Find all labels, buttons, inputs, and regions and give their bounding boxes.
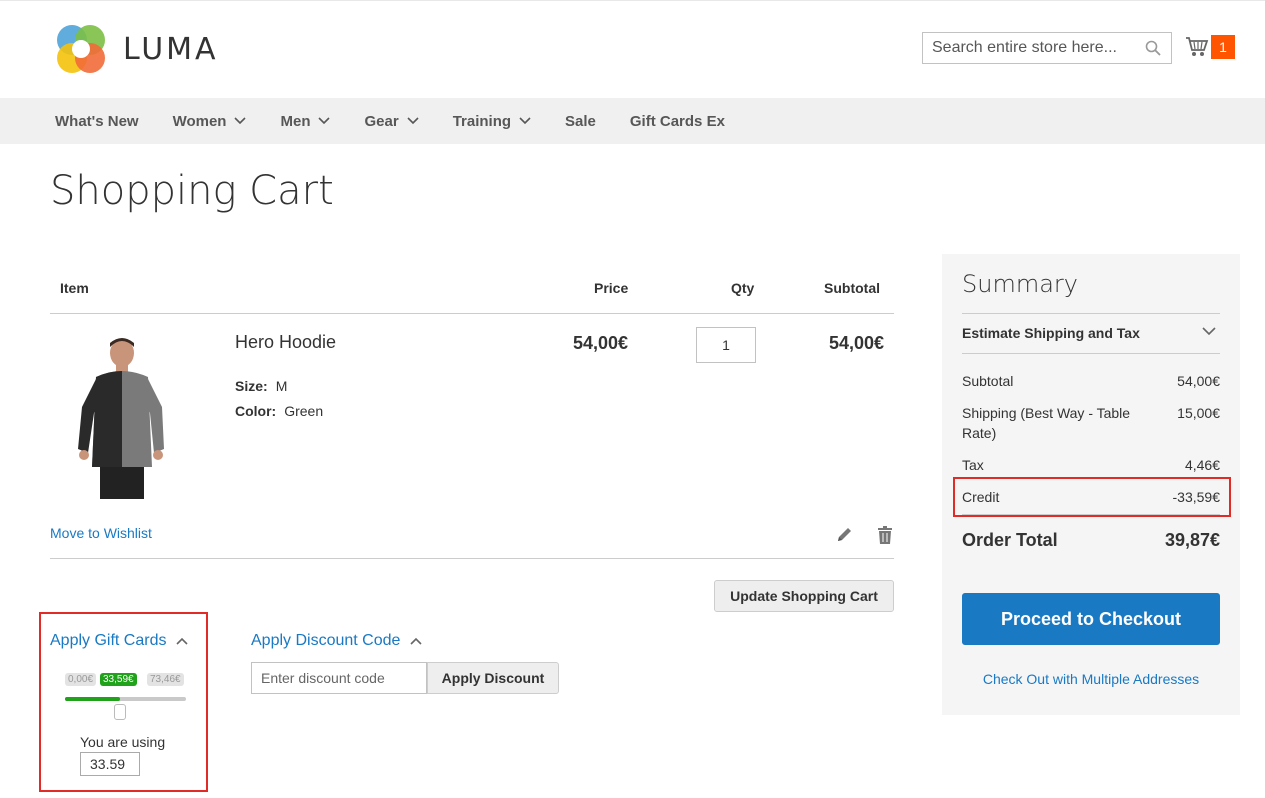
header-divider <box>50 313 894 314</box>
order-total-label: Order Total <box>962 530 1058 550</box>
summary-divider <box>962 514 1220 515</box>
item-divider <box>50 558 894 559</box>
search-box[interactable] <box>922 32 1172 64</box>
estimate-shipping-toggle[interactable]: Estimate Shipping and Tax <box>962 325 1220 341</box>
nav-item-men[interactable]: Men <box>280 112 331 130</box>
option-label: Color: <box>235 403 277 419</box>
nav-item-label: Sale <box>565 112 596 130</box>
move-to-wishlist-link[interactable]: Move to Wishlist <box>50 525 152 541</box>
update-cart-button[interactable]: Update Shopping Cart <box>714 580 894 612</box>
slider-min-label: 0,00€ <box>65 673 97 686</box>
nav-item-sale[interactable]: Sale <box>565 113 596 130</box>
slider-max-label: 73,46€ <box>147 673 184 686</box>
gift-card-slider-track[interactable] <box>65 697 186 701</box>
store-logo[interactable]: LUMA <box>55 23 219 75</box>
option-value: M <box>275 378 288 394</box>
subtotal-label: Subtotal <box>962 373 1014 389</box>
chevron-up-icon <box>176 637 189 645</box>
nav-item-label: Women <box>172 112 227 130</box>
apply-gift-cards-toggle[interactable]: Apply Gift Cards <box>50 632 189 650</box>
cart-count-badge: 1 <box>1211 35 1235 59</box>
nav-item-women[interactable]: Women <box>173 113 247 130</box>
chevron-down-icon <box>1202 327 1216 336</box>
discount-code-field[interactable] <box>251 662 427 694</box>
estimate-shipping-label: Estimate Shipping and Tax <box>962 325 1140 341</box>
minicart[interactable]: 1 <box>1185 35 1235 59</box>
nav-item-label: Men <box>280 112 311 130</box>
nav-item-training[interactable]: Training <box>453 113 531 130</box>
qty-input[interactable]: 1 <box>696 327 756 363</box>
proceed-to-checkout-button[interactable]: Proceed to Checkout <box>962 593 1220 645</box>
trash-icon[interactable] <box>877 526 893 544</box>
summary-divider <box>962 313 1220 314</box>
main-navigation: What's New Women Men Gear Training Sale … <box>0 98 1265 144</box>
product-image[interactable] <box>74 337 170 499</box>
using-label: You are using <box>80 734 166 750</box>
page-title: Shopping Cart <box>50 168 334 214</box>
chevron-down-icon <box>407 117 419 125</box>
option-label: Size: <box>235 378 268 394</box>
shipping-value: 15,00€ <box>1177 405 1220 421</box>
product-name-link[interactable]: Hero Hoodie <box>235 332 336 353</box>
chevron-down-icon <box>318 117 331 125</box>
order-total-value: 39,87€ <box>1164 530 1220 550</box>
gift-card-slider-fill <box>65 697 121 701</box>
column-header-price: Price <box>594 280 629 296</box>
nav-item-label: What's New <box>55 112 139 130</box>
summary-title: Summary <box>962 270 1078 298</box>
discount-code-input[interactable] <box>252 663 426 693</box>
subtotal-value: 54,00€ <box>1177 373 1220 389</box>
chevron-down-icon <box>234 117 247 125</box>
nav-item-gear[interactable]: Gear <box>364 112 419 130</box>
apply-discount-toggle[interactable]: Apply Discount Code <box>251 632 422 650</box>
shopping-cart-icon[interactable] <box>1185 36 1209 58</box>
chevron-up-icon <box>410 637 422 645</box>
nav-item-label: Training <box>452 112 512 130</box>
gift-card-amount-input[interactable]: 33.59 <box>80 752 140 776</box>
column-header-qty: Qty <box>731 280 755 296</box>
option-value: Green <box>284 403 324 419</box>
item-subtotal: 54,00€ <box>828 333 884 353</box>
nav-item-whats-new[interactable]: What's New <box>55 113 139 130</box>
chevron-down-icon <box>519 117 531 125</box>
tax-value: 4,46€ <box>1184 457 1220 473</box>
nav-item-gift-cards[interactable]: Gift Cards Ex <box>630 113 725 130</box>
discount-title: Apply Discount Code <box>251 632 401 649</box>
column-header-item: Item <box>60 280 89 296</box>
credit-label: Credit <box>962 489 1000 505</box>
gift-card-slider-handle[interactable] <box>114 704 126 720</box>
item-price: 54,00€ <box>572 333 628 353</box>
tax-label: Tax <box>962 457 984 473</box>
search-icon[interactable] <box>1145 40 1161 56</box>
search-input[interactable] <box>923 33 1133 63</box>
nav-item-label: Gift Cards Ex <box>629 112 725 130</box>
logo-text: LUMA <box>123 31 219 67</box>
gift-cards-title: Apply Gift Cards <box>50 632 167 649</box>
summary-divider <box>962 353 1220 354</box>
apply-discount-button[interactable]: Apply Discount <box>427 662 559 694</box>
product-option-color: Color: Green <box>235 403 323 419</box>
column-header-subtotal: Subtotal <box>824 280 880 296</box>
site-header: LUMA 1 <box>0 0 1265 98</box>
nav-item-label: Gear <box>364 112 399 130</box>
edit-pencil-icon[interactable] <box>836 526 853 543</box>
product-option-size: Size: M <box>235 378 287 394</box>
shipping-label: Shipping (Best Way - Table Rate) <box>962 405 1131 441</box>
multi-address-checkout-link[interactable]: Check Out with Multiple Addresses <box>962 671 1220 687</box>
luma-logo-icon <box>57 25 105 73</box>
credit-value: -33,59€ <box>1172 489 1220 505</box>
slider-current-label: 33,59€ <box>100 673 137 686</box>
